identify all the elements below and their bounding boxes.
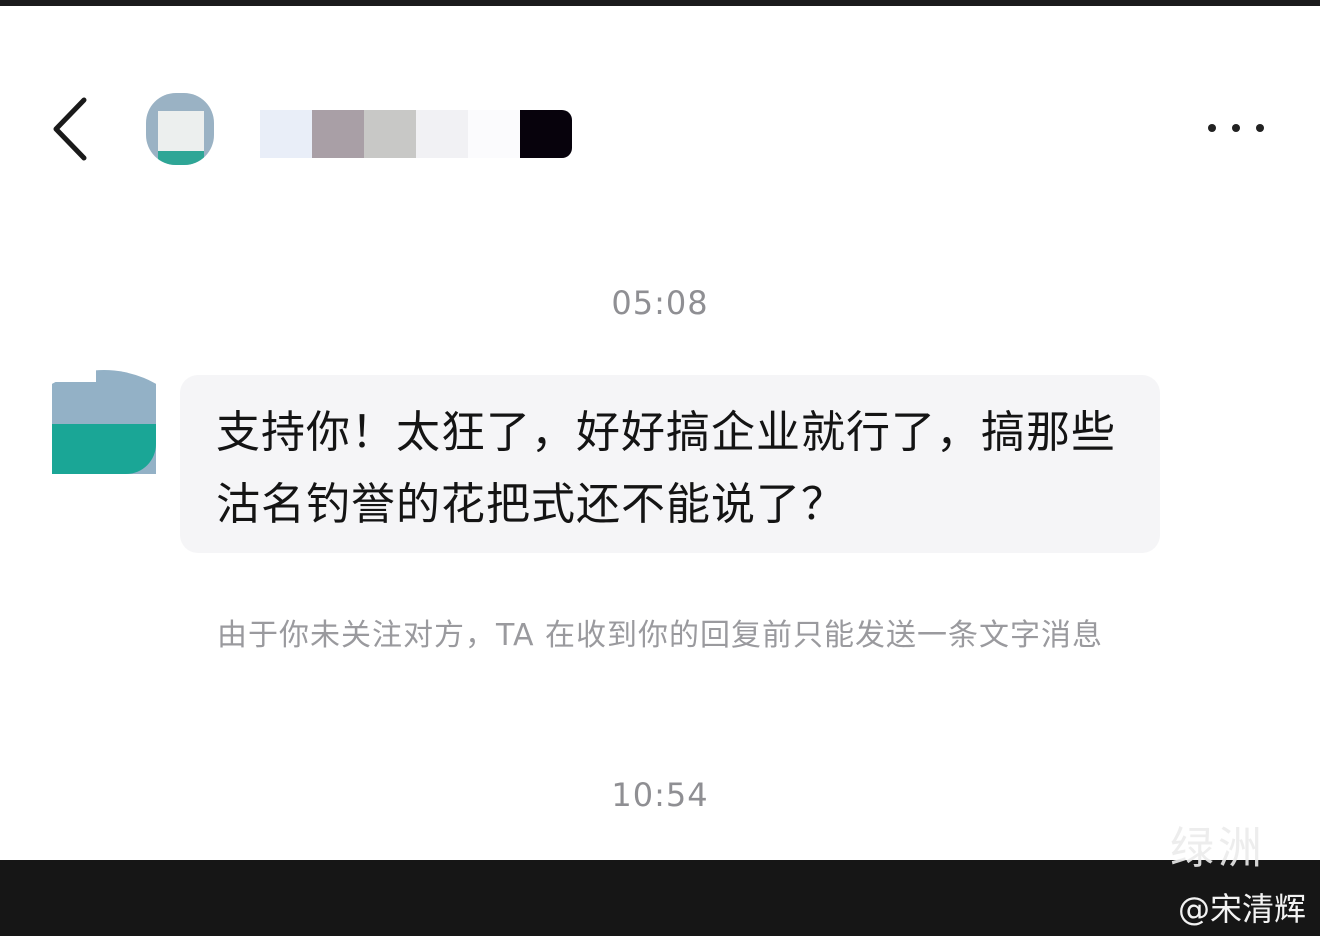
oasis-watermark-logo: 绿洲 — [1170, 812, 1310, 874]
bottom-bar — [0, 860, 1320, 936]
message-timestamp: 10:54 — [611, 776, 709, 814]
watermark-handle: @宋清辉 — [1177, 890, 1306, 928]
contact-name-masked — [260, 110, 572, 158]
name-mosaic-block — [364, 110, 416, 158]
name-mosaic-block — [520, 110, 572, 158]
watermark-logo-text: 绿洲 — [1170, 823, 1266, 874]
more-button[interactable] — [1196, 110, 1276, 146]
message-bubble[interactable]: 支持你！太狂了，好好搞企业就行了，搞那些沽名钓誉的花把式还不能说了？ — [180, 375, 1160, 553]
chevron-left-icon — [53, 97, 87, 161]
sender-avatar[interactable] — [52, 370, 156, 474]
message-timestamp: 05:08 — [611, 284, 709, 322]
name-mosaic-block — [416, 110, 468, 158]
name-mosaic-block — [468, 110, 520, 158]
contact-avatar[interactable] — [146, 93, 214, 165]
more-horizontal-icon — [1208, 124, 1216, 132]
message-text: 支持你！太狂了，好好搞企业就行了，搞那些沽名钓誉的花把式还不能说了？ — [216, 407, 1116, 530]
back-button[interactable] — [44, 92, 100, 166]
system-notice: 由于你未关注对方，TA 在收到你的回复前只能发送一条文字消息 — [216, 618, 1104, 653]
top-edge — [0, 0, 1320, 6]
name-mosaic-block — [260, 110, 312, 158]
name-mosaic-block — [312, 110, 364, 158]
